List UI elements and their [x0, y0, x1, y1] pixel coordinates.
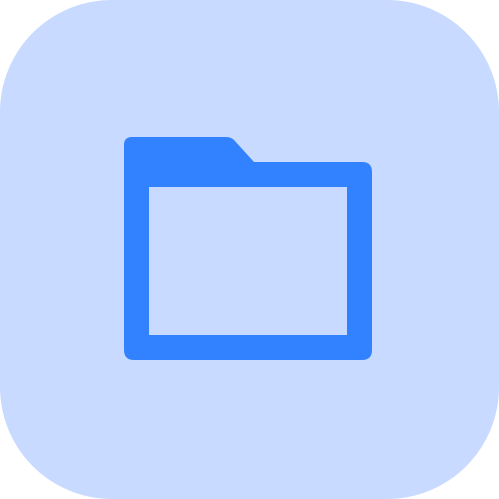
folder-icon	[0, 0, 499, 499]
